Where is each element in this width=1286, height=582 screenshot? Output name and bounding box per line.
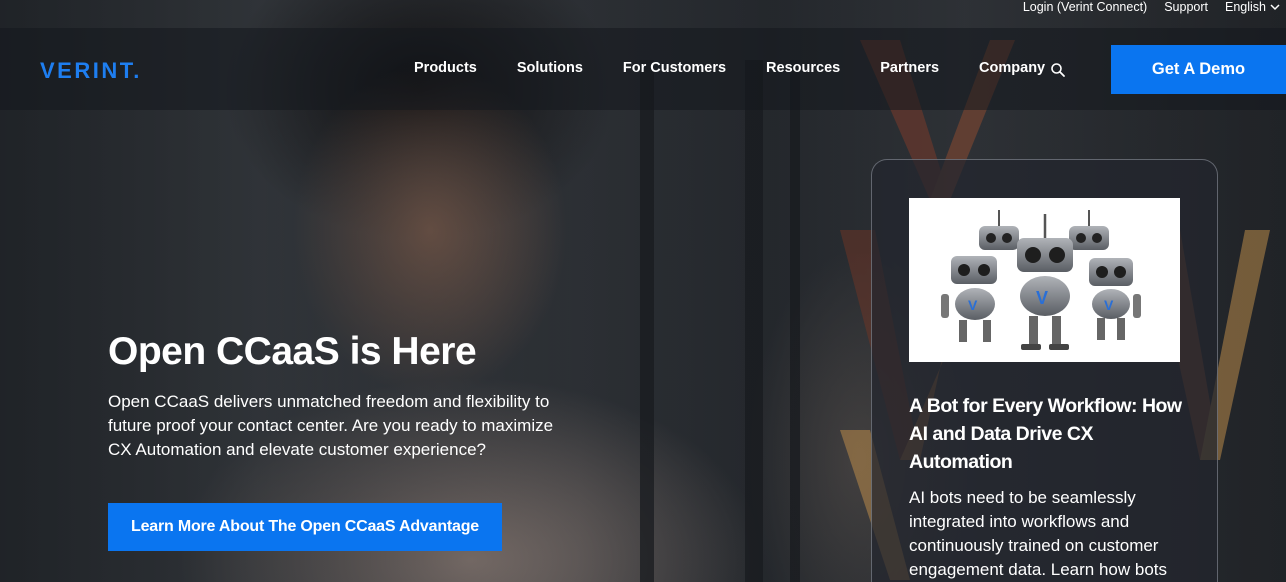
robots-illustration: V V V — [941, 210, 1141, 350]
svg-text:V: V — [968, 297, 978, 313]
verint-logo[interactable]: VERINT. — [40, 58, 142, 84]
nav-item-for-customers[interactable]: For Customers — [623, 60, 726, 76]
language-label: English — [1225, 0, 1266, 14]
nav-item-resources[interactable]: Resources — [766, 60, 840, 76]
chevron-down-icon — [1270, 4, 1280, 11]
search-icon[interactable] — [1050, 62, 1066, 78]
main-header: VERINT. Products Solutions For Customers… — [0, 28, 1286, 110]
hero-description: Open CCaaS delivers unmatched freedom an… — [108, 392, 554, 459]
featured-article-card[interactable]: V V V A Bot for Every Workflow: How AI a… — [871, 159, 1218, 582]
language-selector[interactable]: English — [1225, 1, 1280, 13]
login-link[interactable]: Login (Verint Connect) — [1023, 1, 1147, 14]
svg-text:V: V — [1036, 288, 1048, 308]
utility-bar: Login (Verint Connect) Support English — [1023, 0, 1286, 14]
svg-text:V: V — [1104, 297, 1114, 313]
support-link[interactable]: Support — [1164, 1, 1208, 14]
main-nav: Products Solutions For Customers Resourc… — [414, 60, 1085, 76]
nav-item-partners[interactable]: Partners — [880, 60, 939, 76]
nav-item-solutions[interactable]: Solutions — [517, 60, 583, 76]
card-title[interactable]: A Bot for Every Workflow: How AI and Dat… — [909, 392, 1199, 476]
card-description: AI bots need to be seamlessly integrated… — [909, 488, 1168, 579]
robots-image[interactable]: V V V — [909, 198, 1180, 362]
nav-item-products[interactable]: Products — [414, 60, 477, 76]
learn-more-button[interactable]: Learn More About The Open CCaaS Advantag… — [108, 503, 502, 551]
get-a-demo-button[interactable]: Get A Demo — [1111, 45, 1286, 94]
nav-item-company[interactable]: Company — [979, 60, 1045, 76]
hero-title: Open CCaaS is Here — [108, 330, 477, 373]
